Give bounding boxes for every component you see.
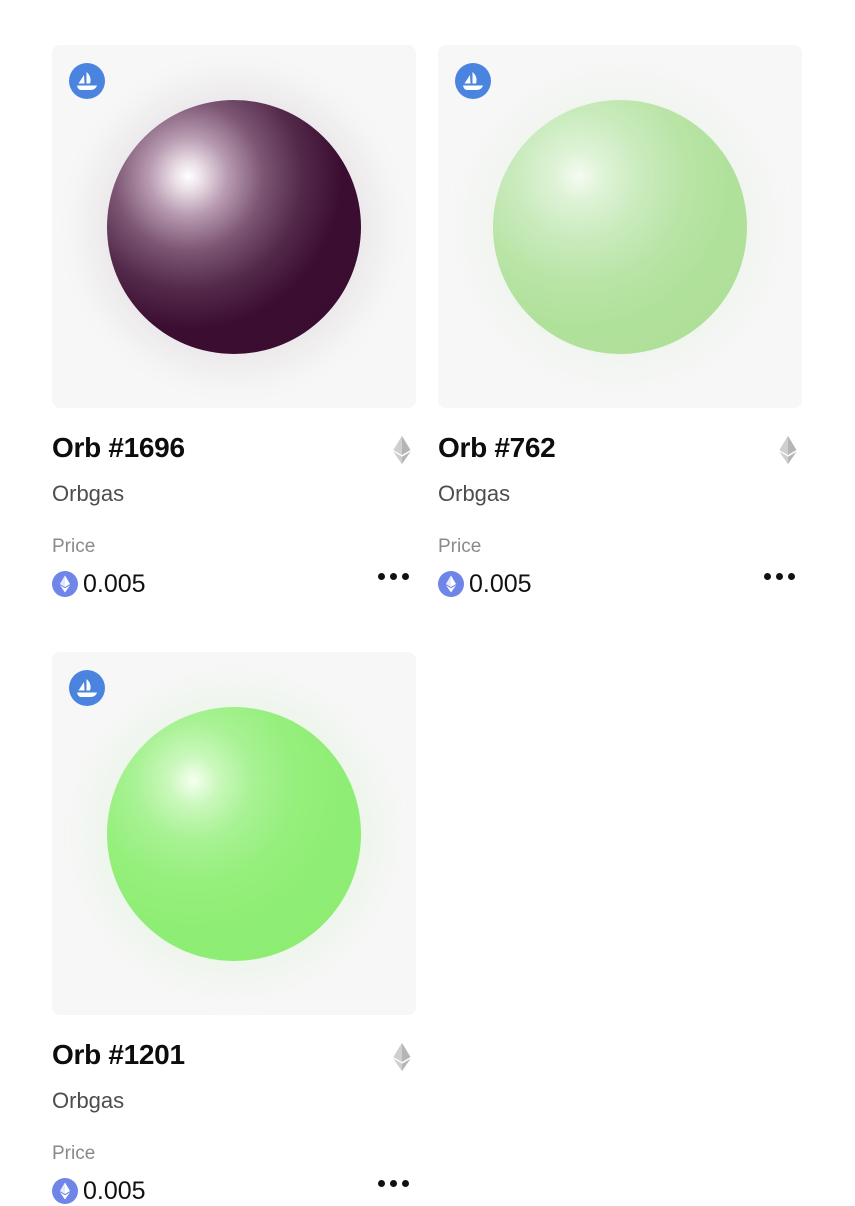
ethereum-icon — [393, 1043, 411, 1071]
ethereum-icon — [779, 436, 797, 464]
nft-image[interactable] — [438, 45, 802, 408]
more-options-dot — [389, 572, 397, 580]
nft-image[interactable] — [52, 652, 416, 1015]
opensea-ship-icon — [455, 63, 491, 99]
price-row: 0.005 — [52, 1176, 146, 1206]
collection-name[interactable]: Orbgas — [52, 481, 124, 507]
more-options-icon — [763, 572, 771, 580]
more-options-icon — [377, 1179, 385, 1187]
price-value: 0.005 — [83, 569, 146, 598]
price-label: Price — [52, 1143, 96, 1164]
orb-artwork — [493, 100, 747, 354]
more-options-dot — [401, 572, 409, 580]
nft-title[interactable]: Orb #762 — [438, 432, 556, 464]
collection-name[interactable]: Orbgas — [438, 481, 510, 507]
more-options-button[interactable] — [758, 565, 800, 587]
eth-currency-icon — [438, 571, 464, 597]
ethereum-icon — [393, 436, 411, 464]
nft-image[interactable] — [52, 45, 416, 408]
eth-currency-icon — [52, 571, 78, 597]
collection-name[interactable]: Orbgas — [52, 1088, 124, 1114]
orb-artwork — [107, 100, 361, 354]
opensea-ship-icon — [69, 63, 105, 99]
price-row: 0.005 — [52, 569, 146, 599]
price-value: 0.005 — [469, 569, 532, 598]
price-label: Price — [438, 536, 482, 557]
opensea-ship-icon — [69, 670, 105, 706]
eth-currency-icon — [52, 1178, 78, 1204]
more-options-button[interactable] — [372, 565, 414, 587]
orb-artwork — [107, 707, 361, 961]
more-options-dot — [775, 572, 783, 580]
nft-card[interactable]: Orb #762 Orbgas Price 0.005 — [438, 45, 802, 598]
price-label: Price — [52, 536, 96, 557]
price-row: 0.005 — [438, 569, 532, 599]
price-value: 0.005 — [83, 1176, 146, 1205]
more-options-dot — [787, 572, 795, 580]
more-options-button[interactable] — [372, 1172, 414, 1194]
nft-title[interactable]: Orb #1696 — [52, 432, 185, 464]
more-options-dot — [389, 1179, 397, 1187]
nft-card[interactable]: Orb #1201 Orbgas Price 0.005 — [52, 652, 416, 1205]
nft-card[interactable]: Orb #1696 Orbgas Price 0.005 — [52, 45, 416, 598]
nft-title[interactable]: Orb #1201 — [52, 1039, 185, 1071]
more-options-icon — [377, 572, 385, 580]
more-options-dot — [401, 1179, 409, 1187]
